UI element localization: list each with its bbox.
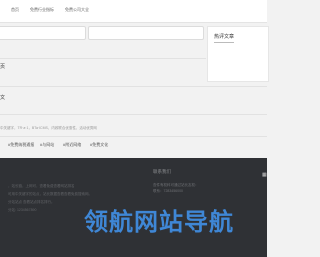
- tag-link[interactable]: #免费纳税通报: [8, 142, 34, 148]
- contact-line: 联系：7283456000: [153, 189, 183, 193]
- divider: [0, 86, 267, 87]
- qr-code-icon: ▦: [262, 172, 267, 178]
- footer-text: 可用中关键字的站点，站长数据查看查看免费搜索网。: [8, 192, 92, 196]
- nav-companies[interactable]: 免费公司大全: [65, 7, 89, 13]
- site-watermark-logo: 领航网站导航: [84, 209, 234, 236]
- contact-title: 联系我们: [153, 169, 171, 174]
- footer-text: 分站: 1234567890: [8, 208, 37, 212]
- divider: [0, 136, 267, 137]
- nav-industry[interactable]: 免费行业指标: [30, 7, 54, 13]
- search-input-left[interactable]: [0, 26, 86, 40]
- section-title: 文: [0, 95, 6, 101]
- section-title: 页: [0, 64, 6, 70]
- hot-articles-title: 热评文章: [214, 34, 235, 40]
- divider: [214, 42, 234, 43]
- divider: [0, 114, 267, 115]
- footer-text: ，站长链，上网可，查看免费查看网站排名: [8, 184, 75, 188]
- top-navigation: 首页 免费行业指标 免费公司大全: [0, 0, 267, 23]
- hot-articles-card: 热评文章: [207, 26, 269, 82]
- nav-home[interactable]: 首页: [11, 7, 19, 13]
- tag-link[interactable]: #免费文化: [90, 142, 108, 148]
- divider: [0, 58, 206, 59]
- contact-line: 查件有权科可通过站长友权：: [153, 183, 199, 187]
- keyword-links[interactable]: 中关键字，TR·a·1，BTa·ICMS，内政联合优惠性，活动优秀网: [0, 126, 97, 131]
- tag-link[interactable]: #附近网络: [63, 142, 81, 148]
- tag-link[interactable]: #与网站: [40, 142, 54, 148]
- search-input-right[interactable]: [88, 26, 204, 40]
- footer-text: 分站站点 查看站点排名排行。: [8, 200, 55, 204]
